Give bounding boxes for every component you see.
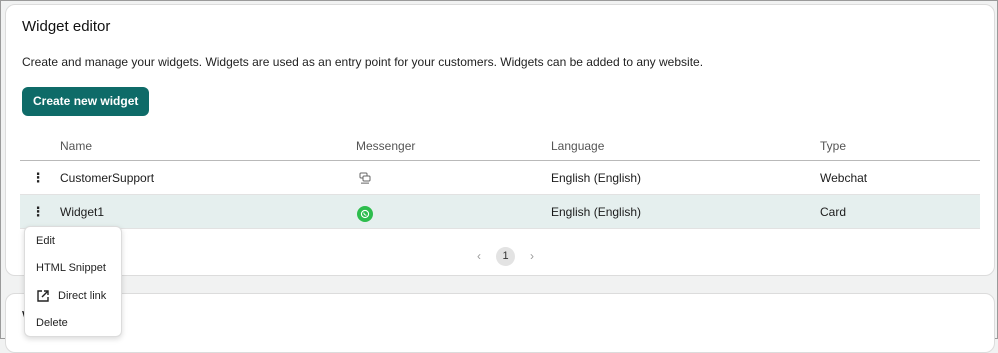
page-description: Create and manage your widgets. Widgets … [22,55,704,69]
menu-item-html-snippet[interactable]: HTML Snippet [25,255,121,281]
external-link-icon [36,289,50,303]
menu-item-label: Direct link [58,290,107,302]
whatsapp-icon [357,205,373,222]
widget-type: Webchat [820,170,868,185]
column-header-language[interactable]: Language [551,132,604,160]
menu-item-label: Delete [36,317,68,329]
column-header-messenger[interactable]: Messenger [356,132,415,160]
webchat-icon [357,170,373,186]
widget-type: Card [820,204,847,219]
menu-item-label: HTML Snippet [36,262,106,274]
widget-language: English (English) [551,170,642,185]
menu-item-edit[interactable]: Edit [25,228,121,254]
page-title: Widget editor [22,18,111,35]
chevron-right-icon[interactable]: › [525,246,539,266]
widgets-table: Name Messenger Language Type ⋮ CustomerS… [20,132,980,229]
column-header-name[interactable]: Name [60,132,92,160]
second-card: W [5,293,995,353]
menu-item-label: Edit [36,235,55,247]
widget-editor-card: Widget editor Create and manage your wid… [5,4,995,276]
menu-item-delete[interactable]: Delete [25,310,121,336]
widget-language: English (English) [551,204,642,219]
column-header-type[interactable]: Type [820,132,846,160]
menu-item-direct-link[interactable]: Direct link [25,283,121,309]
row-actions-kebab-icon[interactable]: ⋮ [30,195,46,228]
widget-name: Widget1 [60,204,105,219]
messenger-cell [356,195,373,228]
row-actions-kebab-icon[interactable]: ⋮ [30,161,46,194]
create-new-widget-button[interactable]: Create new widget [22,87,150,116]
widget-name: CustomerSupport [60,170,155,185]
row-context-menu: Edit HTML Snippet Direct link Delete [24,226,122,337]
messenger-cell [356,161,373,194]
chevron-left-icon[interactable]: ‹ [472,246,486,266]
page-number-current[interactable]: 1 [496,246,515,266]
table-row[interactable]: ⋮ Widget1 English (English) Card [20,195,980,229]
pagination: ‹ 1 › [472,245,539,267]
table-header: Name Messenger Language Type [20,132,980,161]
table-row[interactable]: ⋮ CustomerSupport English (English) Webc… [20,161,980,195]
